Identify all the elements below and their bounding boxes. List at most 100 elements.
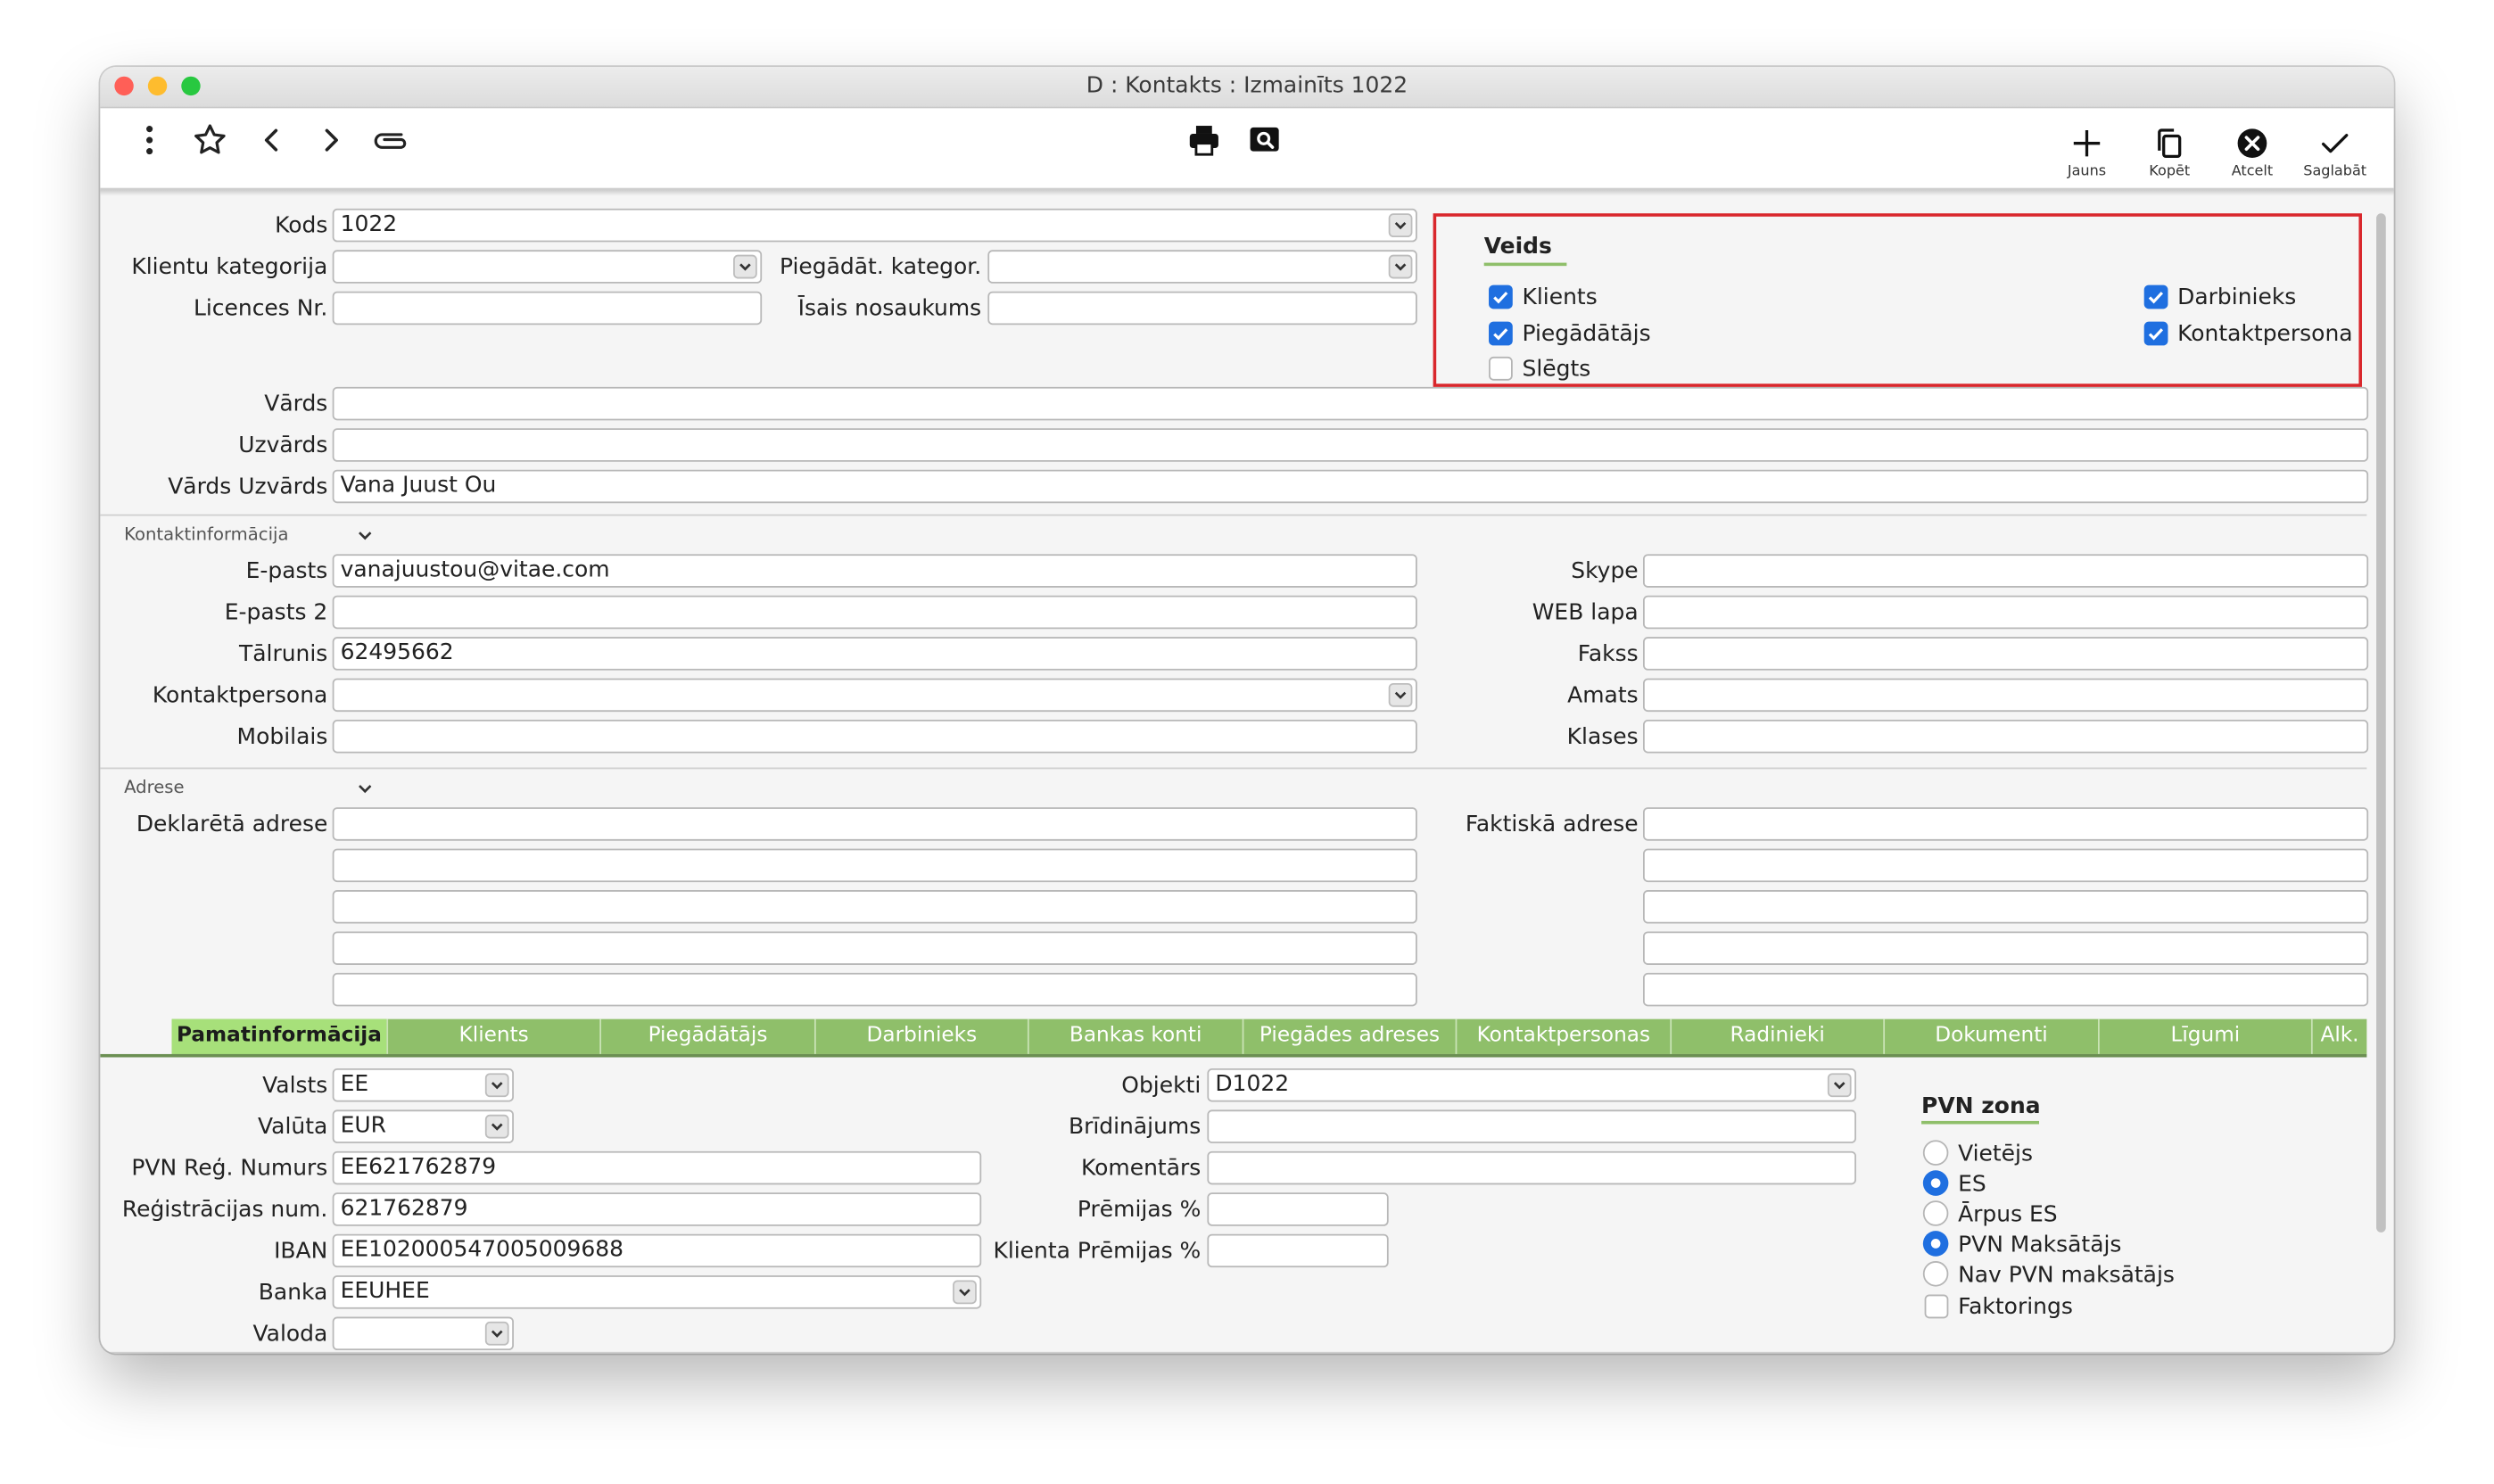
epasts2-input[interactable]	[332, 595, 1417, 630]
scrollbar-thumb[interactable]	[2376, 213, 2386, 1233]
faktiska-adrese-line-2[interactable]	[1643, 848, 2369, 883]
amats-input[interactable]	[1643, 678, 2369, 713]
deklareta-adrese-line-2[interactable]	[332, 848, 1417, 883]
tab-ligumi[interactable]: Līgumi	[2097, 1018, 2311, 1054]
es-radio[interactable]	[1922, 1170, 1949, 1196]
chevron-right-icon[interactable]	[311, 121, 350, 160]
cancel-circle-icon	[2237, 128, 2267, 159]
valoda-select[interactable]	[332, 1316, 514, 1351]
toolbar-shadow	[100, 189, 2394, 196]
bridinajums-input[interactable]	[1207, 1109, 1856, 1143]
faktiska-adrese-line-5[interactable]	[1643, 972, 2369, 1007]
pvn-zona-title: PVN zona	[1921, 1093, 2041, 1120]
tab-kontaktpersonas[interactable]: Kontaktpersonas	[1455, 1018, 1671, 1054]
checkmark-icon	[2321, 134, 2349, 153]
deklareta-adrese-line-4[interactable]	[332, 931, 1417, 965]
klases-input[interactable]	[1643, 720, 2369, 754]
banka-select[interactable]: EEUHEE	[332, 1275, 982, 1309]
isais-nosaukums-input[interactable]	[987, 291, 1417, 326]
kods-value: 1022	[340, 211, 398, 238]
premijas-input[interactable]	[1207, 1192, 1389, 1226]
chevron-left-icon[interactable]	[253, 121, 292, 160]
faktiska-adrese-line-4[interactable]	[1643, 931, 2369, 965]
faktiska-adrese-line-3[interactable]	[1643, 890, 2369, 924]
tab-bankas-konti[interactable]: Bankas konti	[1027, 1018, 1243, 1054]
save-button[interactable]: Saglabāt	[2295, 121, 2374, 185]
faktorings-checkbox[interactable]	[1924, 1294, 1949, 1319]
pvn-maksatajs-radio[interactable]	[1922, 1231, 1949, 1257]
adrese-section-title: Adrese	[124, 777, 185, 798]
star-icon[interactable]	[191, 121, 229, 160]
valuta-select[interactable]: EUR	[332, 1109, 514, 1143]
web-lapa-input[interactable]	[1643, 595, 2369, 630]
vietejs-radio[interactable]	[1922, 1140, 1949, 1166]
deklareta-adrese-line-5[interactable]	[332, 972, 1417, 1007]
iban-input[interactable]: EE102000547005009688	[332, 1233, 982, 1268]
tab-piegades-adreses[interactable]: Piegādes adreses	[1242, 1018, 1456, 1054]
klases-label: Klases	[1566, 724, 1639, 750]
chevron-down-icon[interactable]	[1388, 254, 1413, 279]
print-icon[interactable]	[1185, 121, 1223, 160]
valsts-select[interactable]: EE	[332, 1068, 514, 1102]
chevron-down-icon[interactable]	[484, 1321, 509, 1346]
pvn-reg-input[interactable]: EE621762879	[332, 1150, 982, 1185]
chevron-down-icon[interactable]	[953, 1280, 977, 1305]
tab-dokumenti[interactable]: Dokumenti	[1883, 1018, 2098, 1054]
deklareta-adrese-line-1[interactable]	[332, 807, 1417, 841]
chevron-down-icon[interactable]	[355, 775, 376, 796]
piegadatajs-checkbox[interactable]	[1489, 321, 1513, 346]
uzvards-input[interactable]	[332, 428, 2369, 462]
veids-group: Veids Klients Piegādātājs Slēgts Darbini…	[1433, 213, 2362, 387]
piegadat-kategor-select[interactable]	[987, 250, 1417, 284]
objekti-select[interactable]: D1022	[1207, 1068, 1856, 1102]
vards-input[interactable]	[332, 386, 2369, 421]
more-vertical-icon[interactable]	[130, 121, 169, 160]
talrunis-input[interactable]: 62495662	[332, 637, 1417, 671]
preview-icon[interactable]	[1245, 121, 1284, 160]
new-button[interactable]: Jauns	[2047, 121, 2127, 185]
kods-select[interactable]: 1022	[332, 208, 1417, 243]
komentars-input[interactable]	[1207, 1150, 1856, 1185]
klients-checkbox[interactable]	[1489, 284, 1513, 309]
chevron-down-icon[interactable]	[1388, 682, 1413, 707]
licences-input[interactable]	[332, 291, 763, 326]
chevron-down-icon[interactable]	[355, 523, 376, 543]
kontaktpersona-checkbox[interactable]	[2143, 321, 2168, 346]
faktiska-adrese-line-1[interactable]	[1643, 807, 2369, 841]
tab-pamatinformacija[interactable]: Pamatinformācija	[171, 1018, 387, 1054]
chevron-down-icon[interactable]	[484, 1073, 509, 1098]
reg-num-input[interactable]: 621762879	[332, 1192, 982, 1226]
chevron-down-icon[interactable]	[1827, 1073, 1852, 1098]
darbinieks-checkbox[interactable]	[2143, 284, 2168, 309]
klienta-premijas-label: Klienta Prēmijas %	[993, 1239, 1202, 1265]
paperclip-icon[interactable]	[374, 121, 412, 160]
klientu-kategorija-select[interactable]	[332, 250, 763, 284]
tab-klients[interactable]: Klients	[386, 1018, 599, 1054]
nav-pvn-maksatajs-radio[interactable]	[1922, 1261, 1949, 1287]
chevron-down-icon[interactable]	[484, 1114, 509, 1139]
cancel-button[interactable]: Atcelt	[2212, 121, 2292, 185]
kontaktpersona-select[interactable]	[332, 678, 1417, 713]
fakss-input[interactable]	[1643, 637, 2369, 671]
mobilais-input[interactable]	[332, 720, 1417, 754]
copy-button[interactable]: Kopēt	[2130, 121, 2209, 185]
valsts-value: EE	[340, 1071, 369, 1098]
chevron-down-icon[interactable]	[733, 254, 757, 279]
deklareta-adrese-line-3[interactable]	[332, 890, 1417, 924]
klienta-premijas-input[interactable]	[1207, 1233, 1389, 1268]
epasts-input[interactable]: vanajuustou@vitae.com	[332, 554, 1417, 588]
vertical-scrollbar[interactable]	[2372, 213, 2391, 1337]
tab-darbinieks[interactable]: Darbinieks	[813, 1018, 1028, 1054]
skype-input[interactable]	[1643, 554, 2369, 588]
slegts-checkbox[interactable]	[1489, 356, 1513, 381]
vards-label: Vārds	[264, 392, 328, 417]
chevron-down-icon[interactable]	[1388, 213, 1413, 238]
arpus-es-radio[interactable]	[1922, 1200, 1949, 1226]
tab-radinieki[interactable]: Radinieki	[1670, 1018, 1883, 1054]
vards-uzvards-input[interactable]: Vana Juust Ou	[332, 469, 2369, 504]
tab-alk[interactable]: Alk.	[2310, 1018, 2366, 1054]
isais-nosaukums-label: Īsais nosaukums	[797, 296, 982, 322]
valsts-label: Valsts	[262, 1073, 328, 1099]
tab-piegadatajs[interactable]: Piegādātājs	[599, 1018, 814, 1054]
banka-value: EEUHEE	[340, 1278, 430, 1305]
